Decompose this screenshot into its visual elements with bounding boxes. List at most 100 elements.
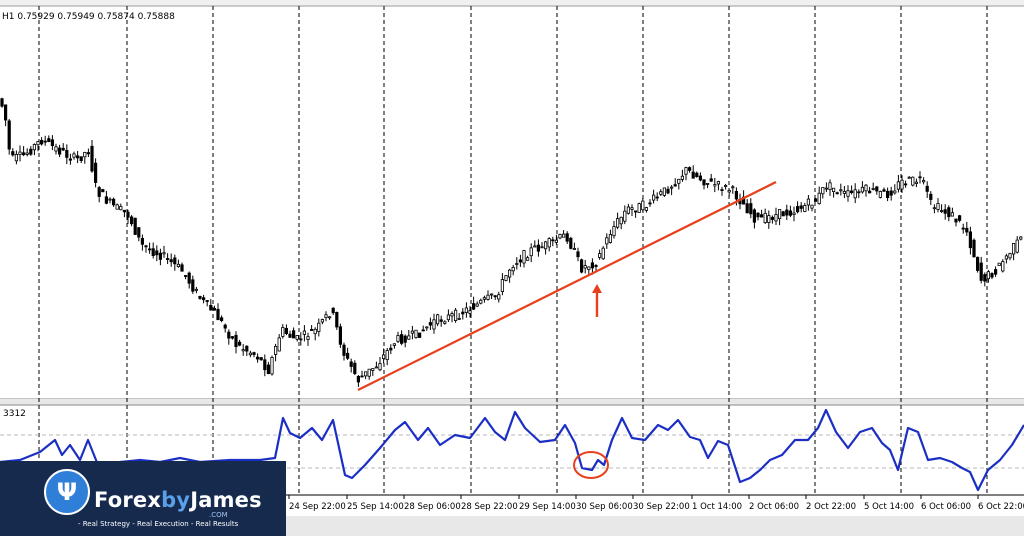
up-arrow-icon[interactable]: [592, 284, 602, 317]
candle-body: [990, 273, 994, 278]
candle-body: [129, 216, 134, 225]
candle-body: [227, 331, 231, 339]
candle-body: [734, 190, 739, 200]
candle-body: [126, 211, 130, 218]
candle-body: [497, 294, 501, 300]
candle-body: [165, 258, 170, 260]
candle-body: [338, 326, 343, 345]
candle-body: [464, 307, 469, 313]
candle-body: [529, 247, 533, 257]
candle-body: [392, 343, 397, 346]
candle-body: [612, 226, 616, 237]
candle-body: [522, 250, 526, 264]
candle-body: [763, 212, 767, 224]
candle-body: [435, 314, 440, 325]
candle-body: [533, 245, 537, 248]
candle-body: [183, 275, 188, 277]
candle-body: [727, 189, 731, 193]
candle-body: [720, 189, 724, 192]
candle-body: [104, 196, 108, 204]
trading-chart[interactable]: H1 0.75929 0.75949 0.75874 0.75888 3312 …: [0, 0, 1024, 536]
candle-body: [828, 182, 832, 191]
candle-body: [245, 345, 249, 352]
candle-body: [40, 139, 44, 145]
candle-body: [796, 206, 800, 213]
candle-body: [994, 269, 998, 275]
candle-body: [756, 212, 760, 218]
candle-body: [799, 205, 803, 209]
candle-body: [234, 334, 238, 347]
candle-body: [237, 341, 242, 346]
candle-body: [1004, 255, 1009, 260]
candle-body: [691, 171, 695, 179]
candle-body: [932, 207, 937, 210]
candle-body: [306, 336, 310, 340]
candle-body: [684, 167, 688, 175]
candle-body: [893, 190, 897, 194]
candle-body: [1019, 236, 1023, 240]
candle-body: [1008, 253, 1012, 259]
candle-body: [432, 319, 436, 330]
candle-body: [263, 359, 267, 371]
candle-body: [846, 190, 850, 197]
candle-body: [536, 244, 541, 252]
candle-body: [162, 252, 166, 255]
brand-domain: .COM: [209, 511, 228, 519]
candle-body: [335, 311, 339, 328]
time-axis: 24 Sep 22:00 25 Sep 14:00 28 Sep 06:00 28 S…: [288, 495, 1024, 512]
candle-body: [371, 368, 375, 371]
candle-body: [21, 152, 26, 156]
candle-body: [778, 209, 782, 220]
time-axis-label: 25 Sep 14:00: [347, 502, 404, 512]
candle-body: [367, 368, 371, 377]
candle-body: [907, 176, 911, 179]
candle-body: [616, 218, 620, 228]
pane-separator[interactable]: [0, 399, 1024, 405]
candle-body: [158, 252, 162, 260]
candle-body: [68, 158, 72, 161]
candle-body: [608, 234, 613, 243]
candle-body: [868, 190, 872, 194]
candle-body: [155, 250, 159, 256]
candle-body: [961, 227, 965, 230]
candle-body: [749, 203, 753, 215]
candle-body: [551, 239, 555, 242]
candle-body: [385, 350, 389, 361]
candle-body: [76, 155, 80, 159]
candle-body: [634, 210, 638, 213]
candle-body: [853, 189, 857, 199]
candle-body: [241, 349, 245, 352]
candle-body: [590, 262, 595, 269]
candle-body: [112, 198, 116, 206]
candle-body: [299, 338, 303, 341]
candle-body: [248, 352, 252, 356]
candle-body: [291, 330, 296, 339]
candle-body: [54, 146, 58, 152]
candle-body: [137, 227, 141, 238]
candle-body: [889, 190, 893, 196]
candle-body: [144, 245, 148, 248]
candle-body: [767, 215, 771, 224]
candle-body: [443, 321, 447, 324]
candle-body: [709, 178, 713, 182]
candle-body: [821, 187, 825, 195]
time-axis-label: 30 Sep 06:00: [576, 502, 633, 512]
candle-body: [72, 153, 76, 158]
candle-body: [212, 307, 216, 311]
candle-body: [806, 198, 811, 206]
candle-body: [882, 189, 886, 192]
time-axis-label: 1 Oct 14:00: [692, 502, 742, 512]
candle-body: [83, 151, 87, 158]
candle-body: [659, 191, 663, 195]
support-trendline[interactable]: [357, 181, 777, 391]
candle-body: [706, 182, 710, 185]
candle-body: [446, 314, 451, 321]
candle-body: [688, 167, 692, 171]
candle-body: [61, 147, 65, 151]
chart-top-bar: [0, 0, 1024, 6]
candle-body: [781, 211, 785, 217]
candle-body: [562, 233, 566, 238]
candle-body: [673, 184, 677, 187]
candle-body: [576, 251, 580, 258]
candle-body: [209, 304, 213, 311]
